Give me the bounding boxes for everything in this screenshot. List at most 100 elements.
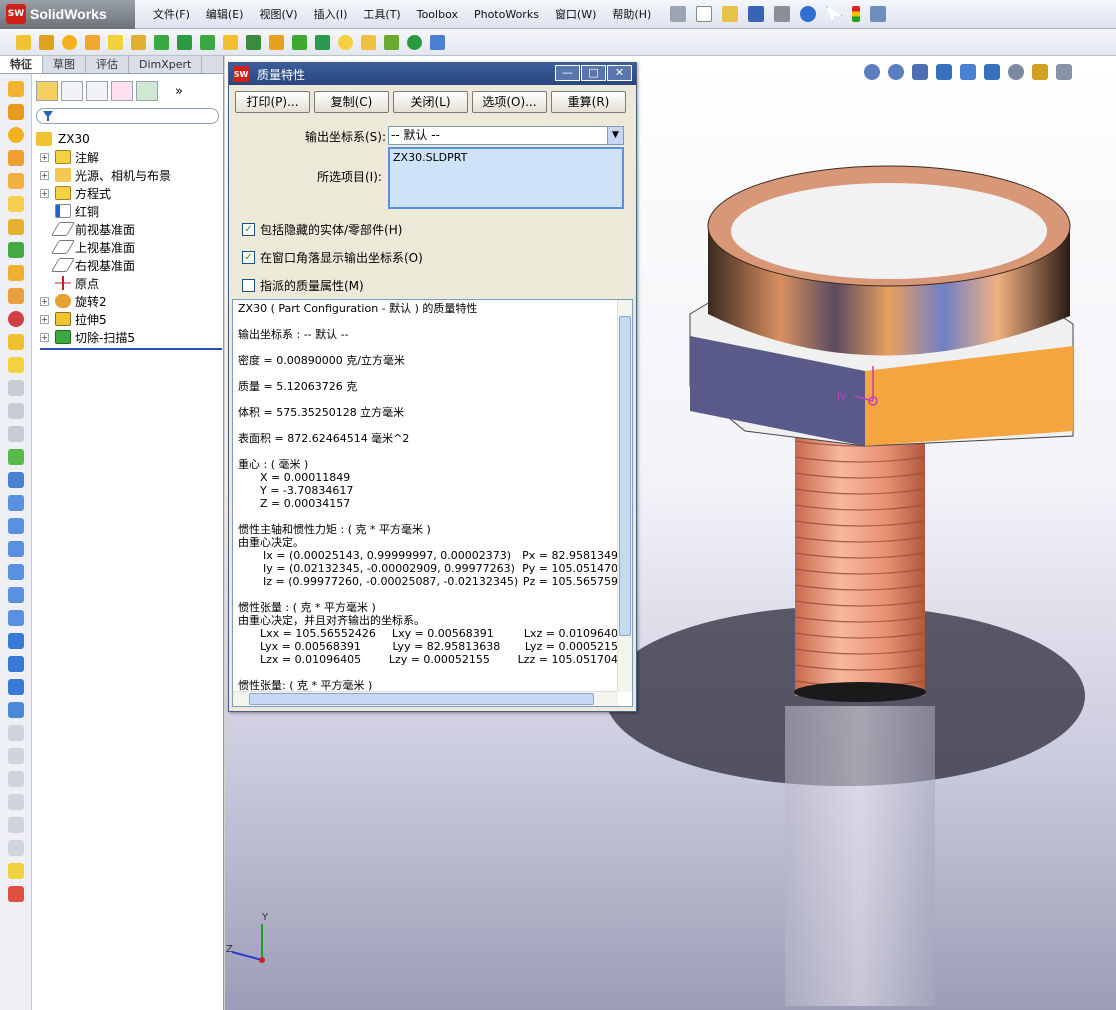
extruded-boss-icon[interactable] [16, 34, 31, 50]
mass-properties-results[interactable]: ZX30 ( Part Configuration - 默认 ) 的质量特性 输… [232, 299, 633, 707]
coord-system-select[interactable]: -- 默认 -- ▼ [388, 126, 624, 145]
tree-item-origin[interactable]: 原点 [36, 274, 223, 292]
reference-geometry-icon[interactable] [384, 34, 399, 50]
close-button[interactable]: 关闭(L) [393, 91, 468, 113]
options-button[interactable]: 选项(O)... [472, 91, 547, 113]
menu-file[interactable]: 文件(F) [145, 0, 198, 29]
configuration-manager-tab-icon[interactable] [86, 81, 108, 101]
fillet-icon[interactable] [108, 34, 123, 50]
sweep-icon[interactable] [62, 34, 77, 50]
sketch-cmd-icon[interactable] [8, 863, 24, 879]
copy-button[interactable]: 复制(C) [314, 91, 389, 113]
rib-icon[interactable] [154, 34, 169, 50]
include-hidden-checkbox[interactable]: ✓ [242, 223, 255, 236]
display-manager-tab-icon[interactable] [136, 81, 158, 101]
pin-icon[interactable] [670, 6, 687, 22]
assigned-mass-checkbox-row[interactable]: 指派的质量属性(M) [242, 277, 364, 294]
menu-view[interactable]: 视图(V) [251, 0, 305, 29]
feature-manager-tab-icon[interactable] [36, 81, 58, 101]
rollback-bar[interactable] [40, 348, 222, 350]
select-pointer-icon[interactable] [826, 6, 843, 22]
split-icon[interactable] [338, 34, 353, 50]
smart-dimension-icon[interactable] [8, 886, 24, 902]
menu-edit[interactable]: 编辑(E) [198, 0, 252, 29]
expand-toggle-icon[interactable]: + [40, 188, 49, 198]
feature-filter-input[interactable] [36, 108, 219, 124]
sweep-cut-cmd-icon[interactable] [8, 265, 24, 281]
chamfer-icon[interactable] [131, 34, 146, 50]
tree-root-part[interactable]: ZX30 [36, 130, 223, 148]
rebuild-traffic-light-icon[interactable] [852, 6, 861, 22]
view-cube-icon[interactable] [8, 495, 24, 511]
boundary-cmd-icon[interactable] [8, 173, 24, 189]
expand-toggle-icon[interactable]: + [40, 152, 49, 162]
view-back-icon[interactable] [8, 541, 24, 557]
tree-item-revolve2[interactable]: + 旋转2 [36, 292, 223, 310]
chevron-down-icon[interactable]: ▼ [607, 127, 623, 144]
shell-cmd-icon[interactable] [8, 449, 24, 465]
tab-features[interactable]: 特征 [0, 56, 43, 73]
tab-evaluate[interactable]: 评估 [86, 56, 129, 73]
view-top-icon[interactable] [8, 610, 24, 626]
menu-window[interactable]: 窗口(W) [547, 0, 604, 29]
tree-item-material[interactable]: 红铜 [36, 202, 223, 220]
close-window-button[interactable]: ✕ [607, 65, 632, 81]
property-manager-tab-icon[interactable] [61, 81, 83, 101]
revolve-cut-cmd-icon[interactable] [8, 242, 24, 258]
revolve-cmd-icon[interactable] [8, 104, 24, 120]
open-folder-icon[interactable] [722, 6, 739, 22]
menu-photoworks[interactable]: PhotoWorks [466, 0, 547, 29]
expand-toggle-icon[interactable]: + [40, 170, 49, 180]
assigned-mass-checkbox[interactable] [242, 279, 255, 292]
save-icon[interactable] [748, 6, 765, 22]
dimxpert-manager-tab-icon[interactable] [111, 81, 133, 101]
view-front-icon[interactable] [8, 518, 24, 534]
print-button[interactable]: 打印(P)... [235, 91, 310, 113]
tree-item-top-plane[interactable]: 上视基准面 [36, 238, 223, 256]
view-iso-icon[interactable] [8, 633, 24, 649]
loft-cmd-icon[interactable] [8, 150, 24, 166]
fillet-cmd-icon[interactable] [8, 288, 24, 304]
results-vertical-scrollbar[interactable] [617, 300, 632, 692]
menu-insert[interactable]: 插入(I) [306, 0, 356, 29]
hole-cmd-icon[interactable] [8, 219, 24, 235]
view-trimetric-icon[interactable] [8, 679, 24, 695]
menu-help[interactable]: 帮助(H) [604, 0, 659, 29]
print-icon[interactable] [774, 6, 791, 22]
view-normal-icon[interactable] [8, 702, 24, 718]
maximize-button[interactable]: □ [581, 65, 606, 81]
tree-item-extrude5[interactable]: + 拉伸5 [36, 310, 223, 328]
revolve-icon[interactable] [39, 34, 54, 50]
instant3d-icon[interactable] [430, 34, 445, 50]
draft-icon[interactable] [200, 34, 215, 50]
options-icon[interactable] [870, 6, 887, 22]
delete-cmd-icon[interactable] [8, 311, 24, 327]
tree-item-sweep-cut5[interactable]: + 切除-扫描5 [36, 328, 223, 346]
loft-icon[interactable] [85, 34, 100, 50]
tree-item-lights[interactable]: + 光源、相机与布景 [36, 166, 223, 184]
selected-items-list[interactable]: ZX30.SLDPRT [388, 147, 624, 209]
view-right-icon[interactable] [8, 587, 24, 603]
extrude-cmd-icon[interactable] [8, 81, 24, 97]
scroll-thumb[interactable] [619, 316, 631, 636]
show-output-coord-checkbox[interactable]: ✓ [242, 251, 255, 264]
dome-icon[interactable] [292, 34, 307, 50]
expand-toggle-icon[interactable]: + [40, 314, 49, 324]
selected-item[interactable]: ZX30.SLDPRT [393, 151, 467, 164]
tab-dimxpert[interactable]: DimXpert [129, 56, 203, 73]
sweep-cmd-icon[interactable] [8, 127, 24, 143]
rib-cmd-icon[interactable] [8, 334, 24, 350]
tree-item-front-plane[interactable]: 前视基准面 [36, 220, 223, 238]
view-left-icon[interactable] [8, 564, 24, 580]
undo-icon[interactable] [800, 6, 817, 22]
results-horizontal-scrollbar[interactable] [233, 691, 618, 706]
triad-cmd-icon[interactable] [8, 472, 24, 488]
mirror-icon[interactable] [269, 34, 284, 50]
cut-cmd-icon[interactable] [8, 196, 24, 212]
tree-item-equations[interactable]: + 方程式 [36, 184, 223, 202]
show-coord-checkbox-row[interactable]: ✓ 在窗口角落显示输出坐标系(O) [242, 249, 423, 266]
hole-wizard-icon[interactable] [223, 34, 238, 50]
curves-icon[interactable] [407, 34, 422, 50]
wrap-icon[interactable] [315, 34, 330, 50]
move-body-icon[interactable] [361, 34, 376, 50]
